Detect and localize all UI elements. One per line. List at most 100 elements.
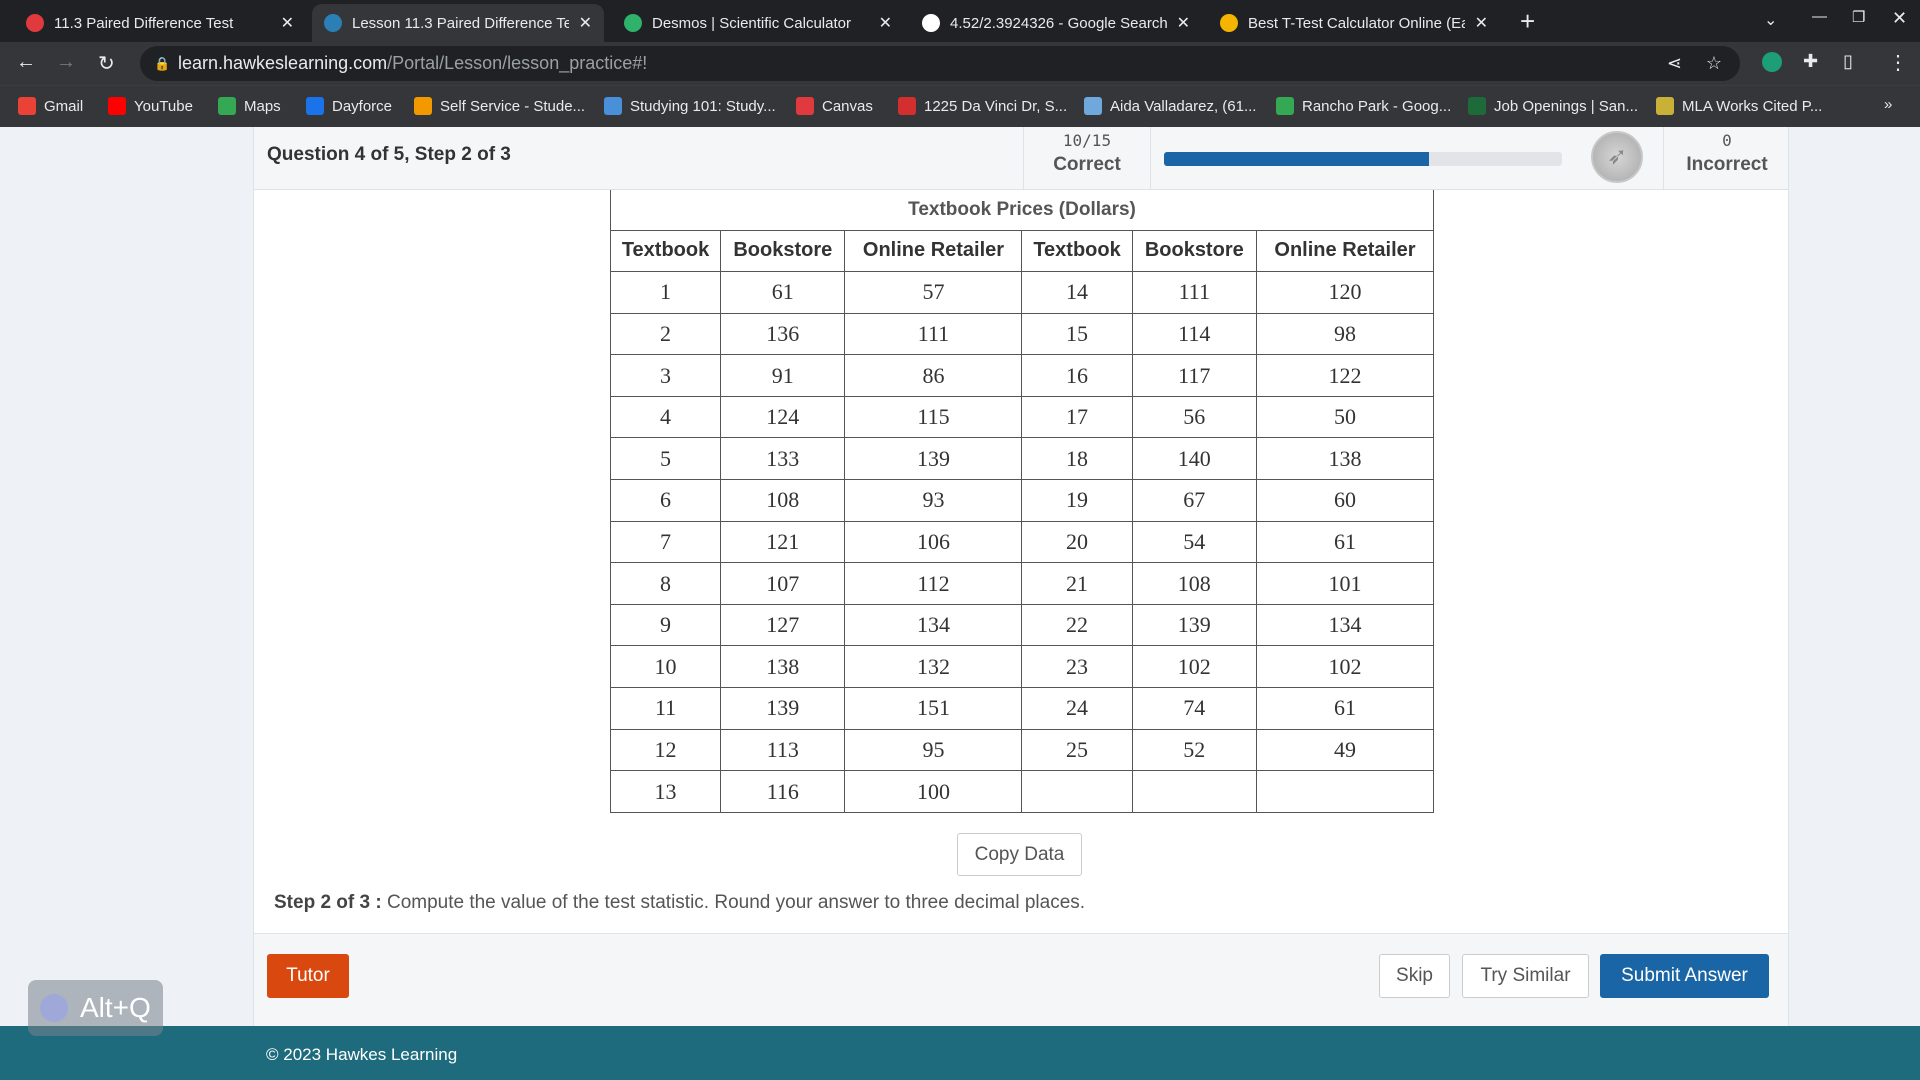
table-cell: 22 <box>1021 603 1133 647</box>
table-cell: 13 <box>609 770 722 813</box>
bookmark-star-icon[interactable]: ☆ <box>1706 53 1722 74</box>
table-title: Textbook Prices (Dollars) <box>610 190 1434 231</box>
back-icon[interactable]: ← <box>16 51 36 74</box>
browser-tab[interactable]: Desmos | Scientific Calculator ✕ <box>612 4 904 42</box>
table-cell: 61 <box>1255 687 1435 730</box>
table-cell: 100 <box>844 770 1023 813</box>
skip-button[interactable]: Skip <box>1379 954 1450 998</box>
table-cell: 113 <box>720 728 846 772</box>
close-tab-icon[interactable]: ✕ <box>879 13 892 33</box>
bookmark-item[interactable]: Job Openings | San... <box>1468 97 1638 115</box>
table-cell: 136 <box>720 312 846 356</box>
bookmark-item[interactable]: Studying 101: Study... <box>604 97 776 115</box>
bookmark-favicon-icon <box>1276 97 1294 115</box>
table-row: 12 113 95 25 52 49 <box>609 728 1435 772</box>
bookmark-label: Aida Valladarez, (61... <box>1110 97 1257 115</box>
step-text: Compute the value of the test statistic.… <box>381 892 1086 913</box>
bookmark-label: Canvas <box>822 97 873 115</box>
bookmark-item[interactable]: 1225 Da Vinci Dr, S... <box>898 97 1067 115</box>
bookmark-item[interactable]: Dayforce <box>306 97 392 115</box>
bookmark-item[interactable]: Maps <box>218 97 281 115</box>
table-row: 5 133 139 18 140 138 <box>609 437 1435 481</box>
close-tab-icon[interactable]: ✕ <box>1177 13 1190 33</box>
url-host: learn.hawkeslearning.com <box>178 53 388 73</box>
table-cell: 95 <box>844 728 1023 772</box>
browser-tab[interactable]: Best T-Test Calculator Online (Ea ✕ <box>1208 4 1500 42</box>
menu-icon[interactable]: ⋮ <box>1888 50 1908 75</box>
table-cell: 102 <box>1131 645 1257 689</box>
bookmark-label: MLA Works Cited P... <box>1682 97 1823 115</box>
browser-tab-bar: 11.3 Paired Difference Test ✕ Lesson 11.3 … <box>0 0 1920 42</box>
bookmark-label: Studying 101: Study... <box>630 97 776 115</box>
extensions-puzzle-icon[interactable]: ✚ <box>1803 51 1818 72</box>
new-tab-button[interactable]: + <box>1520 6 1535 37</box>
bookmark-favicon-icon <box>18 97 36 115</box>
tab-title: Desmos | Scientific Calculator <box>652 14 851 32</box>
tutor-button[interactable]: Tutor <box>267 954 349 998</box>
bookmark-item[interactable]: Gmail <box>18 97 83 115</box>
tab-search-icon[interactable]: ⌄ <box>1764 10 1777 30</box>
bookmark-item[interactable]: MLA Works Cited P... <box>1656 97 1822 115</box>
bookmark-item[interactable]: Self Service - Stude... <box>414 97 585 115</box>
more-bookmarks-icon[interactable]: » <box>1884 96 1892 113</box>
table-cell: 102 <box>1255 645 1435 689</box>
correct-counter: 10/15 Correct <box>1023 127 1150 190</box>
close-tab-icon[interactable]: ✕ <box>579 13 592 33</box>
close-tab-icon[interactable]: ✕ <box>281 13 294 33</box>
table-row: 8 107 112 21 108 101 <box>609 562 1435 605</box>
bookmark-item[interactable]: Canvas <box>796 97 873 115</box>
column-header: Bookstore <box>1131 229 1257 273</box>
step-label: Step 2 of 3 : <box>274 892 382 913</box>
url-input[interactable]: 🔒 learn.hawkeslearning.com/Portal/Lesson… <box>140 46 1740 81</box>
column-header: Online Retailer <box>844 229 1023 273</box>
browser-tab[interactable]: 11.3 Paired Difference Test ✕ <box>14 4 306 42</box>
submit-answer-button[interactable]: Submit Answer <box>1600 954 1769 998</box>
table-cell: 12 <box>609 728 722 772</box>
bookmark-favicon-icon <box>898 97 916 115</box>
close-window-button[interactable]: ✕ <box>1892 8 1907 29</box>
copy-data-button[interactable]: Copy Data <box>957 833 1082 876</box>
table-row: 10 138 132 23 102 102 <box>609 645 1435 689</box>
table-cell: 108 <box>1131 562 1257 605</box>
alt-q-overlay[interactable]: Alt+Q <box>28 980 163 1036</box>
try-similar-button[interactable]: Try Similar <box>1462 954 1589 998</box>
table-cell: 139 <box>1131 603 1257 647</box>
canvas-icon <box>26 14 44 32</box>
share-icon[interactable]: ⋖ <box>1667 53 1682 74</box>
table-cell: 57 <box>844 271 1023 314</box>
column-header: Online Retailer <box>1255 229 1435 273</box>
copyright: © 2023 Hawkes Learning <box>266 1045 458 1064</box>
table-cell: 21 <box>1021 562 1133 605</box>
table-cell <box>1131 770 1257 813</box>
table-cell: 132 <box>844 645 1023 689</box>
side-panel-icon[interactable]: ▯ <box>1843 51 1853 72</box>
bookmark-item[interactable]: Rancho Park - Goog... <box>1276 97 1451 115</box>
browser-tab[interactable]: Lesson 11.3 Paired Difference Te ✕ <box>312 4 604 42</box>
table-cell: 15 <box>1021 312 1133 356</box>
table-cell: 54 <box>1131 520 1257 564</box>
bookmark-label: 1225 Da Vinci Dr, S... <box>924 97 1068 115</box>
table-cell: 1 <box>609 271 722 314</box>
bookmark-label: Gmail <box>44 97 84 115</box>
extension-icon[interactable] <box>1762 52 1782 72</box>
footer: © 2023 Hawkes Learning <box>0 1026 1920 1080</box>
bookmark-label: Dayforce <box>332 97 393 115</box>
table-cell: 139 <box>844 437 1023 481</box>
incorrect-counter: 0 Incorrect <box>1663 127 1790 190</box>
forward-icon[interactable]: → <box>56 51 76 74</box>
table-cell: 120 <box>1255 271 1435 314</box>
bookmark-item[interactable]: Aida Valladarez, (61... <box>1084 97 1256 115</box>
bookmark-favicon-icon <box>604 97 622 115</box>
reload-icon[interactable]: ↻ <box>98 51 115 76</box>
browser-tab[interactable]: 4.52/2.3924326 - Google Search ✕ <box>910 4 1202 42</box>
table-cell: 117 <box>1131 354 1257 397</box>
table-cell: 50 <box>1255 395 1435 439</box>
calculator-icon <box>1220 14 1238 32</box>
table-cell: 24 <box>1021 687 1133 730</box>
table-cell: 49 <box>1255 728 1435 772</box>
bookmark-item[interactable]: YouTube <box>108 97 193 115</box>
minimize-button[interactable]: — <box>1812 8 1827 25</box>
table-cell: 122 <box>1255 354 1435 397</box>
restore-button[interactable]: ❐ <box>1852 8 1865 26</box>
close-tab-icon[interactable]: ✕ <box>1475 13 1488 33</box>
